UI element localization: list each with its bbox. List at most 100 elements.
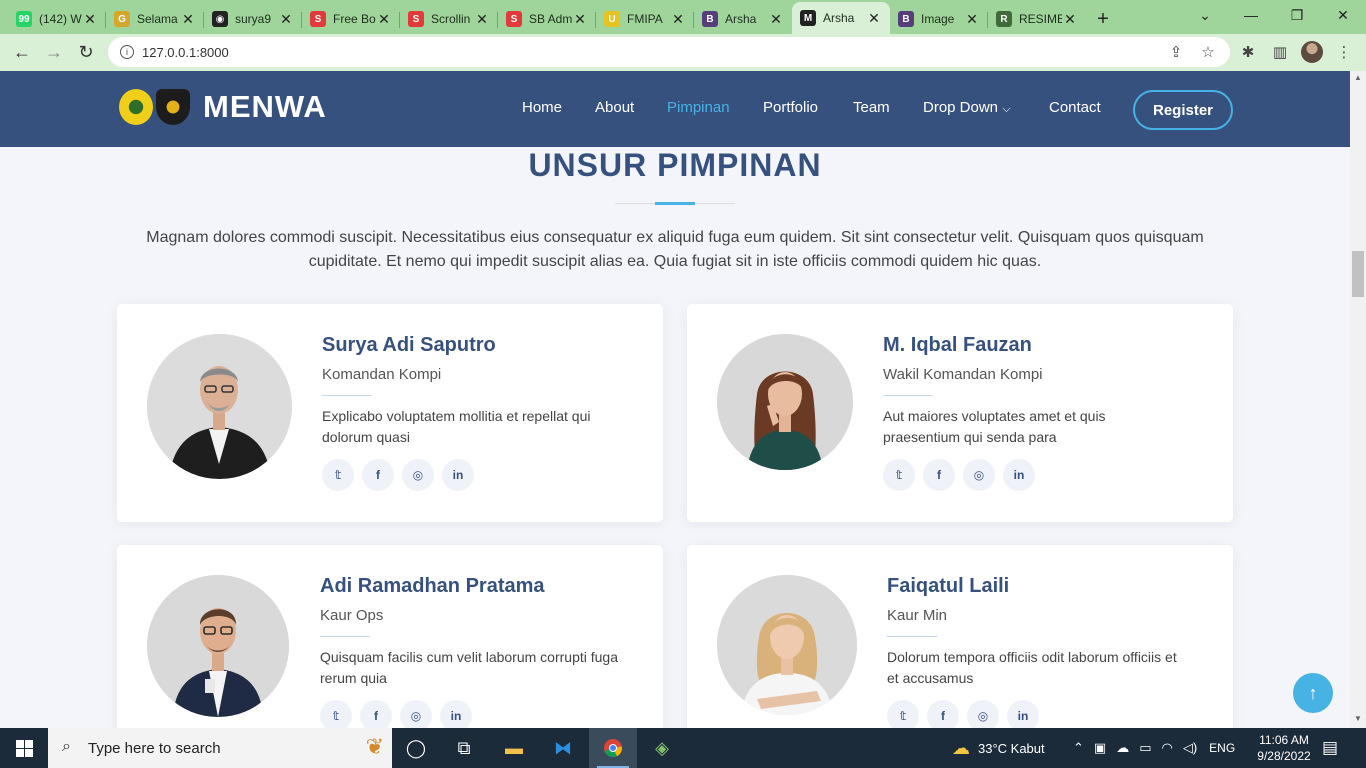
twitter-icon[interactable]: 𝕥 <box>883 459 915 491</box>
browser-tab[interactable]: R RESIME ✕ <box>988 4 1086 34</box>
instagram-icon[interactable]: ◎ <box>400 700 432 728</box>
close-tab-icon[interactable]: ✕ <box>964 11 980 28</box>
linkedin-icon[interactable]: in <box>440 700 472 728</box>
nav-portfolio[interactable]: Portfolio <box>763 99 818 116</box>
menwa-emblem-icon <box>156 89 190 125</box>
forward-button[interactable]: → <box>38 37 70 69</box>
onedrive-icon[interactable]: ☁ <box>1116 740 1129 756</box>
resimen-icon: R <box>996 11 1012 27</box>
nav-home[interactable]: Home <box>522 99 562 116</box>
close-tab-icon[interactable]: ✕ <box>572 11 588 28</box>
browser-tab[interactable]: S Free Bo ✕ <box>302 4 400 34</box>
tab-search-icon[interactable]: ⌄ <box>1182 0 1228 30</box>
close-tab-icon[interactable]: ✕ <box>768 11 784 28</box>
nav-about[interactable]: About <box>595 99 634 116</box>
linkedin-icon[interactable]: in <box>1007 700 1039 728</box>
clock-time: 11:06 AM <box>1259 733 1309 747</box>
side-panel-icon[interactable]: ▥ <box>1264 37 1296 67</box>
file-explorer-icon[interactable]: ▬ <box>490 728 538 768</box>
browser-tab[interactable]: S Scrollin ✕ <box>400 4 498 34</box>
linkedin-icon[interactable]: in <box>1003 459 1035 491</box>
share-icon[interactable]: ⇪ <box>1160 37 1192 67</box>
close-tab-icon[interactable]: ✕ <box>670 11 686 28</box>
linkedin-icon[interactable]: in <box>442 459 474 491</box>
address-bar[interactable]: i 127.0.0.1:8000 <box>108 37 1230 67</box>
facebook-icon[interactable]: f <box>362 459 394 491</box>
git-tool-icon[interactable]: ◈ <box>638 728 686 768</box>
page-scrollbar[interactable]: ▲ ▼ <box>1350 71 1366 728</box>
browser-tab[interactable]: ◉ surya9 ✕ <box>204 4 302 34</box>
tab-title: FMIPA <box>627 12 663 26</box>
site-logo[interactable]: MENWA <box>119 89 327 125</box>
browser-menu-icon[interactable]: ⋮ <box>1328 37 1360 67</box>
restore-button[interactable]: ❐ <box>1274 0 1320 30</box>
tab-list: 99 (142) W ✕ G Selama ✕ ◉ surya9 ✕ S Free Bo ✕ S Scro… <box>8 2 1086 34</box>
member-desc: Aut maiores voluptates amet et quis prae… <box>883 408 1106 445</box>
close-tab-icon[interactable]: ✕ <box>1062 11 1078 28</box>
back-to-top-button[interactable]: ↑ <box>1293 673 1333 713</box>
vscode-icon[interactable]: ⧓ <box>539 728 587 768</box>
chevron-up-icon[interactable]: ⌃ <box>1073 740 1084 756</box>
bookmark-star-icon[interactable]: ☆ <box>1192 37 1224 67</box>
instagram-icon[interactable]: ◎ <box>402 459 434 491</box>
twitter-icon[interactable]: 𝕥 <box>887 700 919 728</box>
search-placeholder: Type here to search <box>88 739 221 757</box>
instagram-icon[interactable]: ◎ <box>963 459 995 491</box>
browser-tab[interactable]: 99 (142) W ✕ <box>8 4 106 34</box>
minimize-button[interactable]: — <box>1228 0 1274 30</box>
social-links: 𝕥 f ◎ in <box>883 459 1043 491</box>
meet-now-icon[interactable]: ▣ <box>1094 740 1106 756</box>
member-desc: Dolorum tempora officiis odit laborum of… <box>887 649 1177 686</box>
nav-contact[interactable]: Contact <box>1049 99 1101 116</box>
register-button[interactable]: Register <box>1133 90 1233 130</box>
facebook-icon[interactable]: f <box>927 700 959 728</box>
close-tab-icon[interactable]: ✕ <box>278 11 294 28</box>
profile-avatar[interactable] <box>1296 37 1328 67</box>
browser-tab[interactable]: B Arsha ✕ <box>694 4 792 34</box>
member-role: Kaur Ops <box>320 607 384 624</box>
clock[interactable]: 11:06 AM 9/28/2022 <box>1255 728 1313 768</box>
nav-pimpinan[interactable]: Pimpinan <box>667 99 730 116</box>
close-tab-icon[interactable]: ✕ <box>866 10 882 27</box>
volume-icon[interactable]: ◁) <box>1183 740 1197 756</box>
member-card: Surya Adi Saputro Komandan Kompi Explica… <box>117 304 663 522</box>
facebook-icon[interactable]: f <box>360 700 392 728</box>
close-tab-icon[interactable]: ✕ <box>376 11 392 28</box>
taskbar-search-box[interactable]: ⌕ Type here to search ❦ <box>48 728 392 768</box>
browser-tab[interactable]: M Arsha ✕ <box>792 2 890 34</box>
close-tab-icon[interactable]: ✕ <box>82 11 98 28</box>
back-button[interactable]: ← <box>6 37 38 69</box>
cortana-icon[interactable]: ◯ <box>392 728 440 768</box>
chrome-icon[interactable] <box>589 728 637 768</box>
instagram-icon[interactable]: ◎ <box>967 700 999 728</box>
browser-tab[interactable]: B Image ✕ <box>890 4 988 34</box>
site-info-icon[interactable]: i <box>120 45 134 59</box>
reload-button[interactable]: ↻ <box>70 37 102 69</box>
close-tab-icon[interactable]: ✕ <box>180 11 196 28</box>
twitter-icon[interactable]: 𝕥 <box>322 459 354 491</box>
bootstrap-icon: B <box>898 11 914 27</box>
extensions-icon[interactable]: ✱ <box>1232 37 1264 67</box>
social-links: 𝕥 f ◎ in <box>322 459 482 491</box>
start-button[interactable] <box>0 728 48 768</box>
nav-team[interactable]: Team <box>853 99 890 116</box>
browser-tab[interactable]: G Selama ✕ <box>106 4 204 34</box>
facebook-icon[interactable]: f <box>923 459 955 491</box>
scroll-down-icon[interactable]: ▼ <box>1354 714 1362 723</box>
twitter-icon[interactable]: 𝕥 <box>320 700 352 728</box>
task-view-icon[interactable]: ⧉ <box>440 728 488 768</box>
language-indicator[interactable]: ENG <box>1209 741 1235 755</box>
browser-tab[interactable]: U FMIPA ✕ <box>596 4 694 34</box>
wifi-icon[interactable]: ◠ <box>1162 740 1173 756</box>
battery-icon[interactable]: ▭ <box>1139 740 1151 756</box>
notifications-icon[interactable]: ▤ <box>1322 728 1338 768</box>
scrollbar-thumb[interactable] <box>1352 251 1364 297</box>
weather-widget[interactable]: ☁ 33°C Kabut <box>952 728 1045 768</box>
close-tab-icon[interactable]: ✕ <box>474 11 490 28</box>
nav-dropdown[interactable]: Drop Down ⌵ <box>923 99 1011 116</box>
close-window-button[interactable]: ✕ <box>1320 0 1366 30</box>
new-tab-button[interactable]: + <box>1086 4 1120 34</box>
browser-tab[interactable]: S SB Adm ✕ <box>498 4 596 34</box>
scroll-up-icon[interactable]: ▲ <box>1354 73 1362 82</box>
tab-title: Arsha <box>725 12 757 26</box>
